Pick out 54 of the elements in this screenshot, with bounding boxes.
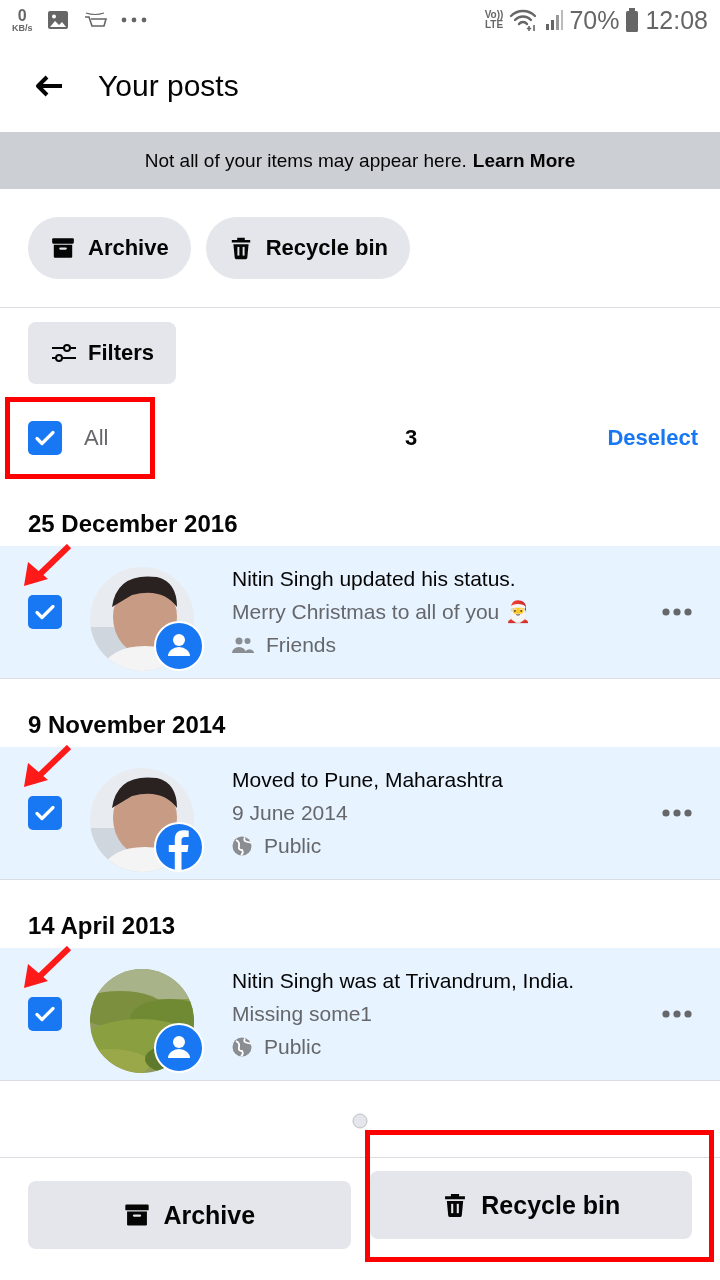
archive-button[interactable]: Archive bbox=[28, 217, 191, 279]
more-icon[interactable] bbox=[662, 608, 692, 616]
more-icon bbox=[120, 17, 147, 23]
archive-icon bbox=[50, 235, 76, 261]
loading-indicator-icon bbox=[352, 1113, 368, 1129]
person-icon bbox=[154, 621, 204, 671]
post-title: Nitin Singh was at Trivandrum, India. bbox=[232, 969, 575, 993]
audience-label: Public bbox=[264, 834, 322, 858]
cart-icon bbox=[82, 10, 107, 30]
selected-count: 3 bbox=[404, 425, 419, 451]
signal-icon bbox=[545, 9, 564, 31]
more-icon[interactable] bbox=[662, 809, 692, 817]
date-heading: 9 November 2014 bbox=[27, 710, 227, 740]
notice-text: Not all of your items may appear here. bbox=[144, 149, 467, 172]
checkbox[interactable] bbox=[28, 595, 62, 629]
clock-time: 12:08 bbox=[645, 5, 708, 35]
network-type: LTE bbox=[484, 20, 504, 30]
more-icon[interactable] bbox=[662, 1010, 692, 1018]
checkbox[interactable] bbox=[28, 421, 62, 455]
page-title: Your posts bbox=[98, 69, 239, 103]
battery-icon bbox=[625, 8, 640, 32]
speed-unit: KB/s bbox=[12, 23, 33, 33]
globe-icon bbox=[232, 1037, 252, 1057]
globe-icon bbox=[232, 836, 252, 856]
post-subtitle: 9 June 2014 bbox=[232, 801, 349, 825]
audience-label: Public bbox=[264, 1035, 322, 1059]
date-heading: 25 December 2016 bbox=[27, 509, 239, 539]
speed-value: 0 bbox=[17, 7, 27, 24]
archive-button[interactable]: Archive bbox=[28, 1181, 351, 1249]
recycle-bin-button[interactable]: Recycle bin bbox=[205, 217, 410, 279]
learn-more-link[interactable]: Learn More bbox=[472, 149, 576, 172]
post-item[interactable]: Nitin Singh updated his status. Merry Christmas to all of you 🎅 Friends bbox=[0, 546, 720, 679]
audience-label: Friends bbox=[266, 633, 337, 657]
date-heading: 14 April 2013 bbox=[27, 911, 177, 941]
post-title: Moved to Pune, Maharashtra bbox=[232, 768, 504, 792]
filters-button[interactable]: Filters bbox=[28, 322, 177, 384]
post-item[interactable]: Nitin Singh was at Trivandrum, India. Missing some1 Public bbox=[0, 948, 720, 1081]
checkbox[interactable] bbox=[28, 997, 62, 1031]
image-icon bbox=[46, 10, 69, 30]
checkbox[interactable] bbox=[28, 796, 62, 830]
battery-level: 70% bbox=[569, 5, 620, 35]
post-subtitle: Merry Christmas to all of you 🎅 bbox=[232, 600, 533, 624]
deselect-link[interactable]: Deselect bbox=[607, 425, 698, 451]
select-all-label: All bbox=[84, 425, 109, 451]
friends-icon bbox=[232, 636, 254, 654]
post-subtitle: Missing some1 bbox=[232, 1002, 374, 1026]
person-icon bbox=[154, 1023, 204, 1073]
post-item[interactable]: Moved to Pune, Maharashtra 9 June 2014 Public bbox=[0, 747, 720, 880]
filters-icon bbox=[50, 341, 78, 365]
post-title: Nitin Singh updated his status. bbox=[232, 567, 517, 591]
recycle-bin-button[interactable]: Recycle bin bbox=[369, 1171, 692, 1239]
back-arrow-icon[interactable] bbox=[34, 74, 64, 98]
network-label: Vo)) bbox=[484, 10, 504, 20]
f-logo-icon bbox=[154, 822, 204, 872]
